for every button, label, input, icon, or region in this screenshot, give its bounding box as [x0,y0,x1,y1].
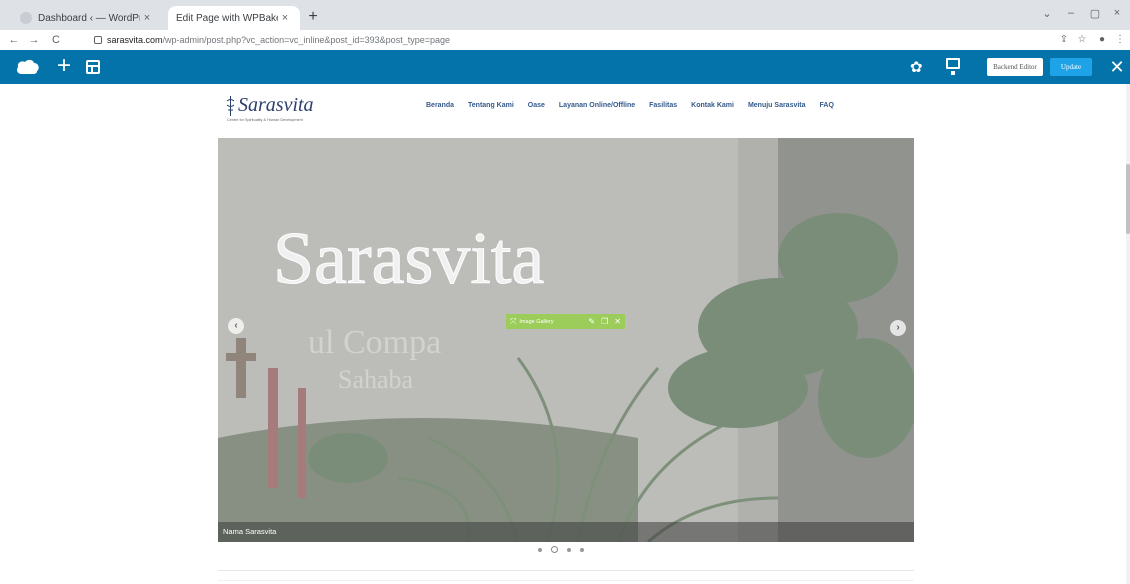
wpbakery-toolbar: + ✿ Backend Editor Update ✕ [0,50,1130,84]
gallery-caption: Nama Sarasvita [223,527,277,536]
templates-layout-icon[interactable] [86,60,100,74]
browser-tab-edit-page[interactable]: Edit Page with WPBakery Page B… × [168,6,300,30]
address-bar-row: ← → C sarasvita.com /wp-admin/post.php?v… [0,30,1130,50]
tab-close-icon[interactable]: × [278,12,292,24]
scrollbar-thumb[interactable] [1126,164,1130,234]
back-button[interactable]: ← [6,32,22,48]
move-icon[interactable]: ⤧ [510,317,516,326]
minimize-button[interactable]: – [1060,7,1082,19]
update-button[interactable]: Update [1050,58,1092,76]
lock-icon[interactable] [94,36,102,44]
browser-tab-strip: Dashboard ‹ — WordPress × Edit Page with… [0,0,1130,30]
gallery-caption-bar: Nama Sarasvita [218,522,914,542]
gallery-prev-arrow-icon[interactable]: ‹ [228,318,244,334]
gallery-dot-3[interactable] [567,547,571,552]
logo-tagline: Centre for Spirituality & Human Developm… [227,118,303,122]
menu-item-kontak-kami[interactable]: Kontak Kami [691,102,734,109]
gallery-dot-1[interactable] [538,547,542,552]
responsive-preview-monitor-icon[interactable] [946,58,960,75]
backend-editor-button[interactable]: Backend Editor [987,58,1043,76]
profile-icon[interactable]: ● [1094,32,1110,48]
tab-title: Dashboard ‹ — WordPress [38,12,140,24]
gallery-dot-2[interactable] [551,546,558,553]
menu-item-menuju-sarasvita[interactable]: Menuju Sarasvita [748,102,806,109]
gallery-dot-4[interactable] [580,547,584,552]
add-element-button[interactable]: + [52,54,76,78]
url-domain: sarasvita.com [107,35,163,45]
clone-icon[interactable]: ❐ [601,317,608,326]
url-bar[interactable]: sarasvita.com /wp-admin/post.php?vc_acti… [94,32,974,48]
element-controls[interactable]: ⤧ Image Gallery ✎ ❐ ✕ [506,314,625,329]
browser-menu-icon[interactable]: ⋮ [1112,32,1128,48]
tab-close-icon[interactable]: × [140,12,154,24]
forward-button[interactable]: → [26,32,42,48]
delete-icon[interactable]: ✕ [614,317,621,326]
element-controls-label-group[interactable]: ⤧ Image Gallery [510,317,582,326]
menu-item-layanan[interactable]: Layanan Online/Offline [559,102,635,109]
page-canvas: Sarasvita Centre for Spirituality & Huma… [0,84,1126,584]
menu-item-beranda[interactable]: Beranda [426,102,454,109]
close-window-button[interactable]: × [1106,7,1128,19]
menu-item-faq[interactable]: FAQ [820,102,834,109]
wordpress-favicon-icon [20,12,32,24]
reload-button[interactable]: C [48,32,64,48]
element-name: Image Gallery [519,318,554,325]
page-scrollbar[interactable] [1126,84,1130,584]
tab-title: Edit Page with WPBakery Page B… [176,12,278,24]
close-editor-icon[interactable]: ✕ [1108,55,1126,79]
share-icon[interactable]: ⇪ [1056,32,1072,48]
edit-pencil-icon[interactable]: ✎ [588,317,595,326]
menu-item-tentang-kami[interactable]: Tentang Kami [468,102,514,109]
sarasvita-logo-mark-icon [226,96,235,116]
tab-search-icon[interactable]: ⌄ [1036,7,1058,20]
bookmark-star-icon[interactable]: ☆ [1074,32,1090,48]
settings-gear-icon[interactable]: ✿ [910,58,923,76]
new-tab-button[interactable]: + [304,8,322,26]
url-path: /wp-admin/post.php?vc_action=vc_inline&p… [162,35,450,45]
menu-item-oase[interactable]: Oase [528,102,545,109]
section-divider [218,580,914,581]
wpbakery-cloud-logo-icon[interactable] [16,59,40,75]
maximize-button[interactable]: ▢ [1084,7,1106,20]
browser-tab-dashboard[interactable]: Dashboard ‹ — WordPress × [12,6,162,30]
section-divider [218,570,914,571]
logo-text: Sarasvita [238,94,314,116]
editor-overlay [218,138,914,542]
site-main-menu: Beranda Tentang Kami Oase Layanan Online… [426,102,834,109]
gallery-next-arrow-icon[interactable]: › [890,320,906,336]
gallery-pagination [538,546,584,553]
image-gallery-slider[interactable]: Sarasvita ul Compa Sahaba ‹ › ⤧ Image Ga… [218,138,914,542]
menu-item-fasilitas[interactable]: Fasilitas [649,102,677,109]
